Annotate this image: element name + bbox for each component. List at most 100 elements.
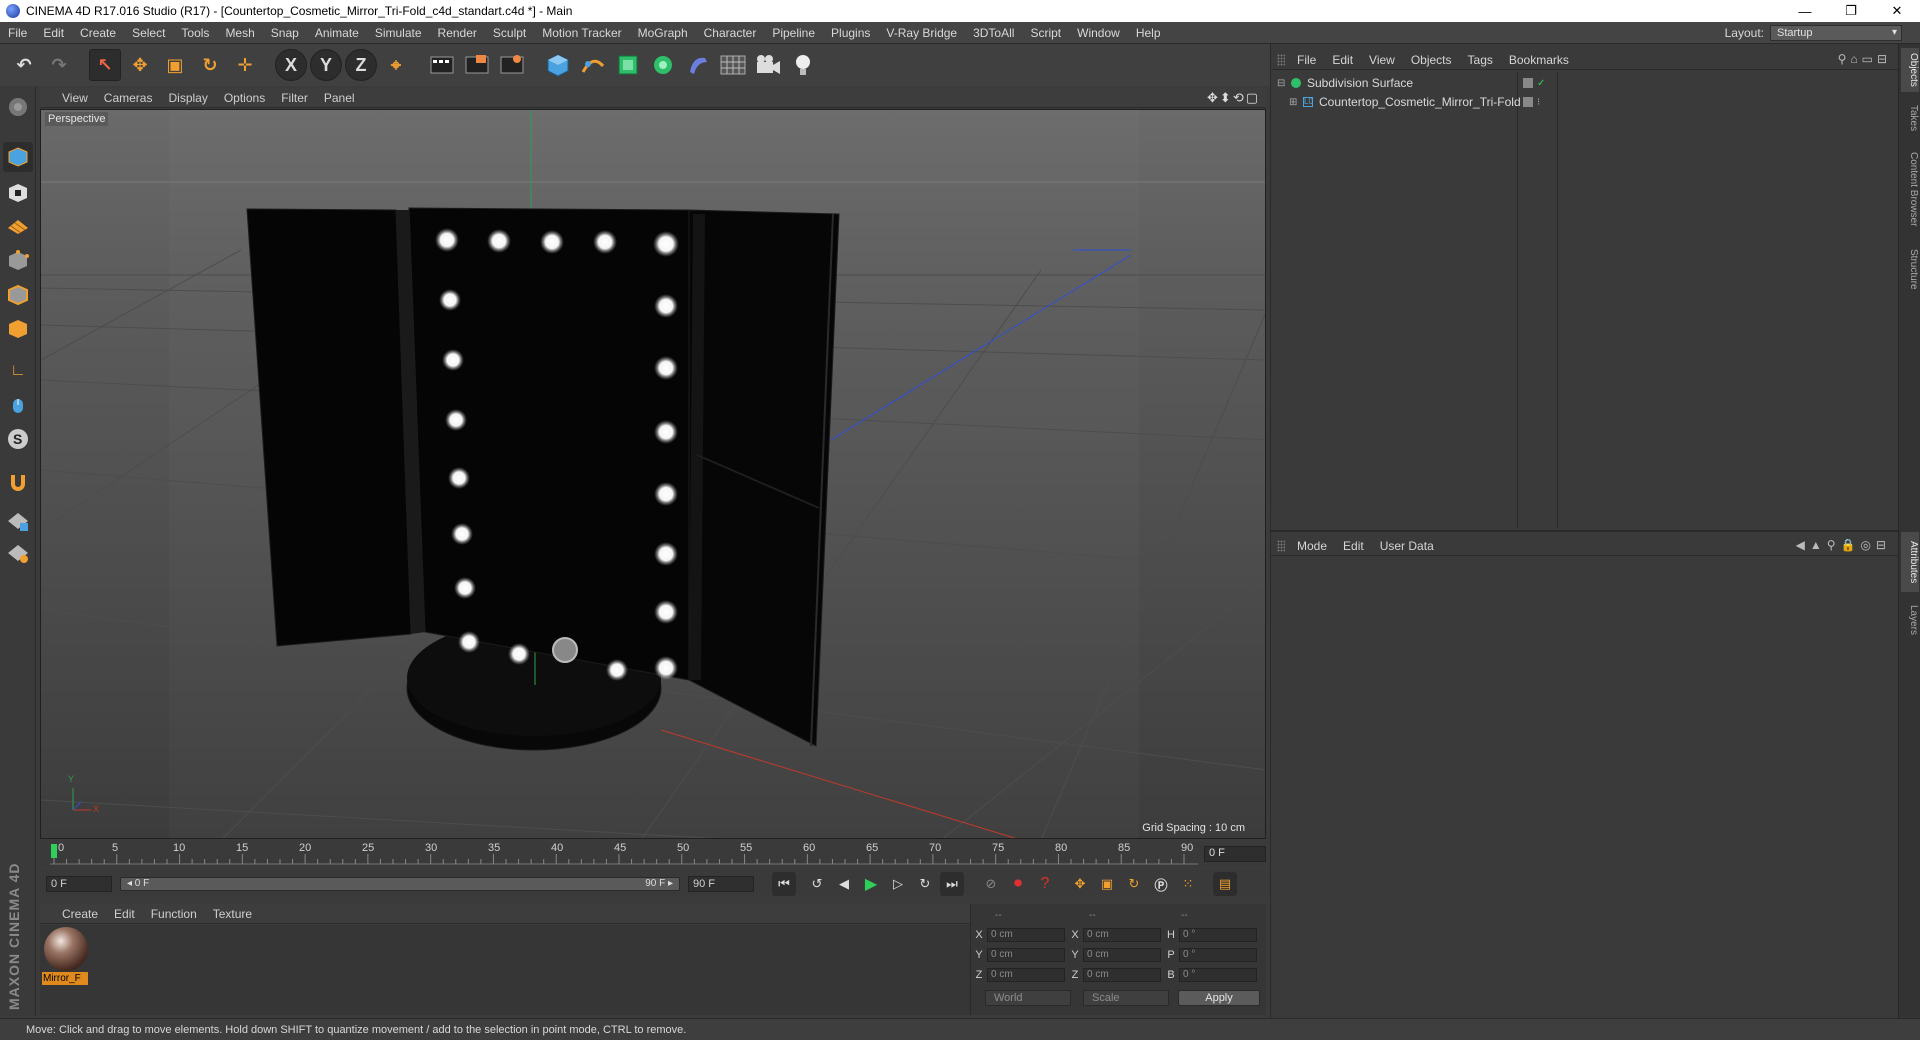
timeline-ruler[interactable]: 0 5 10 15 20 25 30 35 40 45 50 55 60 65 … <box>40 842 1266 866</box>
x-axis-lock-button[interactable]: X <box>275 49 307 81</box>
close-button[interactable]: ✕ <box>1874 0 1920 22</box>
material-menu-function[interactable]: Function <box>143 907 205 921</box>
layout-dropdown[interactable]: Startup <box>1770 25 1902 41</box>
position-x-field[interactable]: 0 cm <box>987 928 1065 942</box>
record-scale-icon[interactable]: ▣ <box>1095 872 1119 896</box>
viewport-menu-panel[interactable]: Panel <box>316 91 363 105</box>
cube-object-icon[interactable] <box>542 49 574 81</box>
frame-range-slider[interactable]: ◂ 0 F 90 F ▸ <box>120 877 680 891</box>
render-view-icon[interactable] <box>426 49 458 81</box>
objects-menu-file[interactable]: File <box>1289 53 1324 67</box>
coordinate-space-dropdown[interactable]: World <box>985 990 1071 1006</box>
goto-prev-key-button[interactable]: ↺ <box>805 872 829 896</box>
material-preview-sphere[interactable] <box>44 927 88 971</box>
record-position-icon[interactable]: ✥ <box>1068 872 1092 896</box>
menu-window[interactable]: Window <box>1069 22 1128 44</box>
object-name[interactable]: Subdivision Surface <box>1307 76 1413 90</box>
next-frame-button[interactable]: ▷ <box>886 872 910 896</box>
enabled-check-icon[interactable]: ✓ <box>1537 78 1545 89</box>
objects-menu-edit[interactable]: Edit <box>1324 53 1361 67</box>
apply-button[interactable]: Apply <box>1178 990 1260 1006</box>
panel-grip-icon[interactable] <box>1277 54 1285 66</box>
timeline-layout-icon[interactable]: ▤ <box>1213 872 1237 896</box>
viewport-menu-display[interactable]: Display <box>160 91 215 105</box>
attributes-menu-user-data[interactable]: User Data <box>1372 539 1442 553</box>
viewport-menu-cameras[interactable]: Cameras <box>96 91 161 105</box>
menu-snap[interactable]: Snap <box>263 22 307 44</box>
size-x-field[interactable]: 0 cm <box>1083 928 1161 942</box>
menu-vray-bridge[interactable]: V-Ray Bridge <box>878 22 965 44</box>
scale-tool-button[interactable]: ▣ <box>159 49 191 81</box>
move-tool-button[interactable]: ✥ <box>124 49 156 81</box>
transform-mode-dropdown[interactable]: Scale <box>1083 990 1169 1006</box>
axis-mode-icon[interactable]: ∟ <box>3 356 33 386</box>
menu-render[interactable]: Render <box>430 22 485 44</box>
viewport-camera-label[interactable]: Perspective <box>45 112 109 126</box>
subdivision-surface-icon[interactable] <box>612 49 644 81</box>
record-rotation-icon[interactable]: ↻ <box>1122 872 1146 896</box>
camera-icon[interactable] <box>752 49 784 81</box>
cloner-icon[interactable] <box>647 49 679 81</box>
menu-sculpt[interactable]: Sculpt <box>485 22 534 44</box>
make-editable-icon[interactable] <box>3 92 33 122</box>
model-mode-icon[interactable] <box>3 142 33 172</box>
menu-select[interactable]: Select <box>124 22 173 44</box>
menu-file[interactable]: File <box>0 22 35 44</box>
material-menu-edit[interactable]: Edit <box>106 907 143 921</box>
menu-animate[interactable]: Animate <box>307 22 367 44</box>
objects-menu-view[interactable]: View <box>1361 53 1403 67</box>
y-axis-lock-button[interactable]: Y <box>310 49 342 81</box>
menu-plugins[interactable]: Plugins <box>823 22 878 44</box>
objects-search-home-icons[interactable]: ⚲⌂▭⊟ <box>1838 52 1891 66</box>
redo-button[interactable]: ↷ <box>43 49 75 81</box>
perspective-viewport[interactable]: Perspective Y X Grid Spacing : 10 cm <box>40 109 1266 839</box>
play-button[interactable]: ▶ <box>859 872 883 896</box>
tab-content-browser[interactable]: Content Browser <box>1901 144 1919 234</box>
objects-menu-objects[interactable]: Objects <box>1403 53 1460 67</box>
autokeying-icon[interactable]: ? <box>1033 872 1057 896</box>
deformer-icon[interactable] <box>682 49 714 81</box>
viewport-menu-options[interactable]: Options <box>216 91 273 105</box>
attributes-nav-icons[interactable]: ◀▲⚲🔒◎⊟ <box>1796 538 1891 552</box>
menu-mograph[interactable]: MoGraph <box>630 22 696 44</box>
layer-visibility-icon[interactable] <box>1523 97 1533 107</box>
planar-workplane-icon[interactable] <box>3 538 33 568</box>
tab-takes[interactable]: Takes <box>1901 100 1919 136</box>
points-mode-icon[interactable] <box>3 246 33 276</box>
tab-structure[interactable]: Structure <box>1901 242 1919 296</box>
maximize-button[interactable]: ❐ <box>1828 0 1874 22</box>
record-parameter-icon[interactable]: Ⓟ <box>1149 872 1173 896</box>
tab-objects[interactable]: Objects <box>1901 48 1919 92</box>
menu-3dtoall[interactable]: 3DToAll <box>965 22 1022 44</box>
material-menu-texture[interactable]: Texture <box>205 907 260 921</box>
edges-mode-icon[interactable] <box>3 280 33 310</box>
viewport-menu-filter[interactable]: Filter <box>273 91 316 105</box>
prev-frame-button[interactable]: ◀ <box>832 872 856 896</box>
viewport-navigation-icons[interactable]: ✥⬍⟲▢ <box>1207 90 1260 106</box>
attributes-menu-edit[interactable]: Edit <box>1335 539 1372 553</box>
snap-mode-icon[interactable]: S <box>3 424 33 454</box>
object-name[interactable]: Countertop_Cosmetic_Mirror_Tri-Fold <box>1319 95 1521 109</box>
tab-attributes[interactable]: Attributes <box>1901 532 1919 592</box>
render-to-picture-viewer-icon[interactable] <box>496 49 528 81</box>
record-disabled-icon[interactable]: ⊘ <box>979 872 1003 896</box>
select-tool-button[interactable]: ↖ <box>89 49 121 81</box>
rotation-h-field[interactable]: 0 ° <box>1179 928 1257 942</box>
polygons-mode-icon[interactable] <box>3 314 33 344</box>
spline-pen-icon[interactable] <box>577 49 609 81</box>
material-menu-create[interactable]: Create <box>54 907 106 921</box>
undo-button[interactable]: ↶ <box>8 49 40 81</box>
menu-help[interactable]: Help <box>1128 22 1169 44</box>
place-tool-button[interactable]: ✛ <box>229 49 261 81</box>
end-frame-field[interactable]: 90 F <box>688 876 754 892</box>
goto-next-key-button[interactable]: ↻ <box>913 872 937 896</box>
objects-menu-bookmarks[interactable]: Bookmarks <box>1501 53 1577 67</box>
menu-edit[interactable]: Edit <box>35 22 72 44</box>
menu-create[interactable]: Create <box>72 22 124 44</box>
goto-start-button[interactable]: ⏮ <box>772 872 796 896</box>
menu-motion-tracker[interactable]: Motion Tracker <box>534 22 629 44</box>
objects-menu-tags[interactable]: Tags <box>1460 53 1501 67</box>
menu-pipeline[interactable]: Pipeline <box>764 22 823 44</box>
floor-icon[interactable] <box>717 49 749 81</box>
tree-collapse-icon[interactable]: ⊟ <box>1277 78 1287 89</box>
